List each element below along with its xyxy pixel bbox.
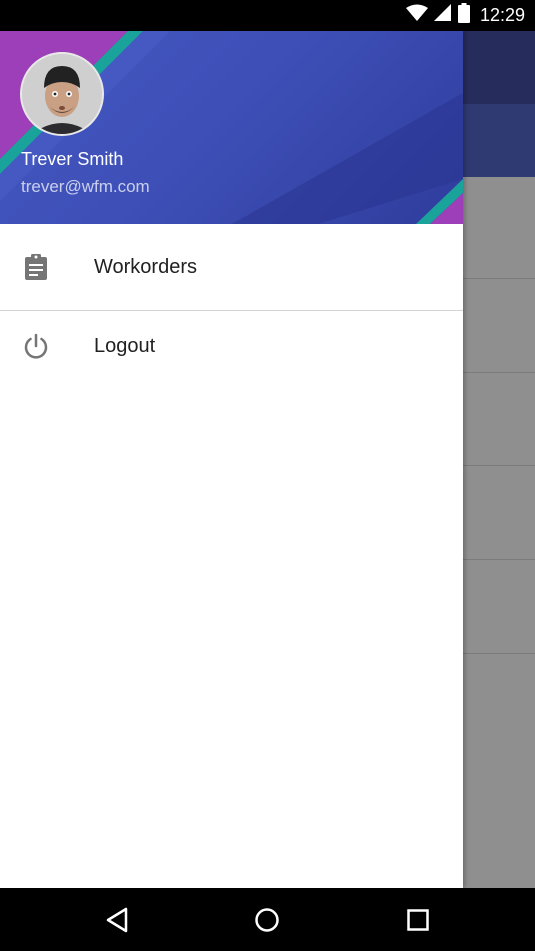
system-nav-bar bbox=[0, 888, 535, 951]
navigation-drawer: Trever Smith trever@wfm.com Workorders L… bbox=[0, 31, 463, 888]
home-button[interactable] bbox=[251, 904, 283, 936]
status-time: 12:29 bbox=[479, 5, 525, 25]
drawer-header: Trever Smith trever@wfm.com bbox=[0, 31, 463, 224]
user-name: Trever Smith bbox=[21, 149, 124, 169]
battery-icon bbox=[457, 3, 470, 28]
home-circle-icon bbox=[255, 908, 279, 932]
menu-item-workorders[interactable]: Workorders bbox=[0, 232, 463, 302]
wifi-icon bbox=[405, 4, 428, 27]
back-button[interactable] bbox=[101, 904, 133, 936]
menu-item-label: Workorders bbox=[94, 255, 197, 278]
status-bar: 12:29 bbox=[0, 0, 535, 31]
menu-item-logout[interactable]: Logout bbox=[0, 311, 463, 381]
list-divider bbox=[463, 465, 535, 466]
list-divider bbox=[463, 653, 535, 654]
menu-item-label: Logout bbox=[94, 334, 156, 357]
list-divider bbox=[463, 559, 535, 560]
status-icons: 12:29 bbox=[405, 0, 525, 31]
recents-button[interactable] bbox=[402, 904, 434, 936]
avatar[interactable] bbox=[20, 52, 104, 136]
power-icon bbox=[22, 332, 50, 360]
drawer-menu: Workorders Logout bbox=[0, 224, 463, 381]
cell-signal-icon bbox=[433, 4, 452, 27]
user-email: trever@wfm.com bbox=[21, 177, 150, 196]
list-divider bbox=[463, 372, 535, 373]
list-divider bbox=[463, 278, 535, 279]
recents-square-icon bbox=[407, 909, 429, 931]
back-triangle-icon bbox=[106, 907, 128, 933]
clipboard-icon bbox=[22, 253, 50, 281]
